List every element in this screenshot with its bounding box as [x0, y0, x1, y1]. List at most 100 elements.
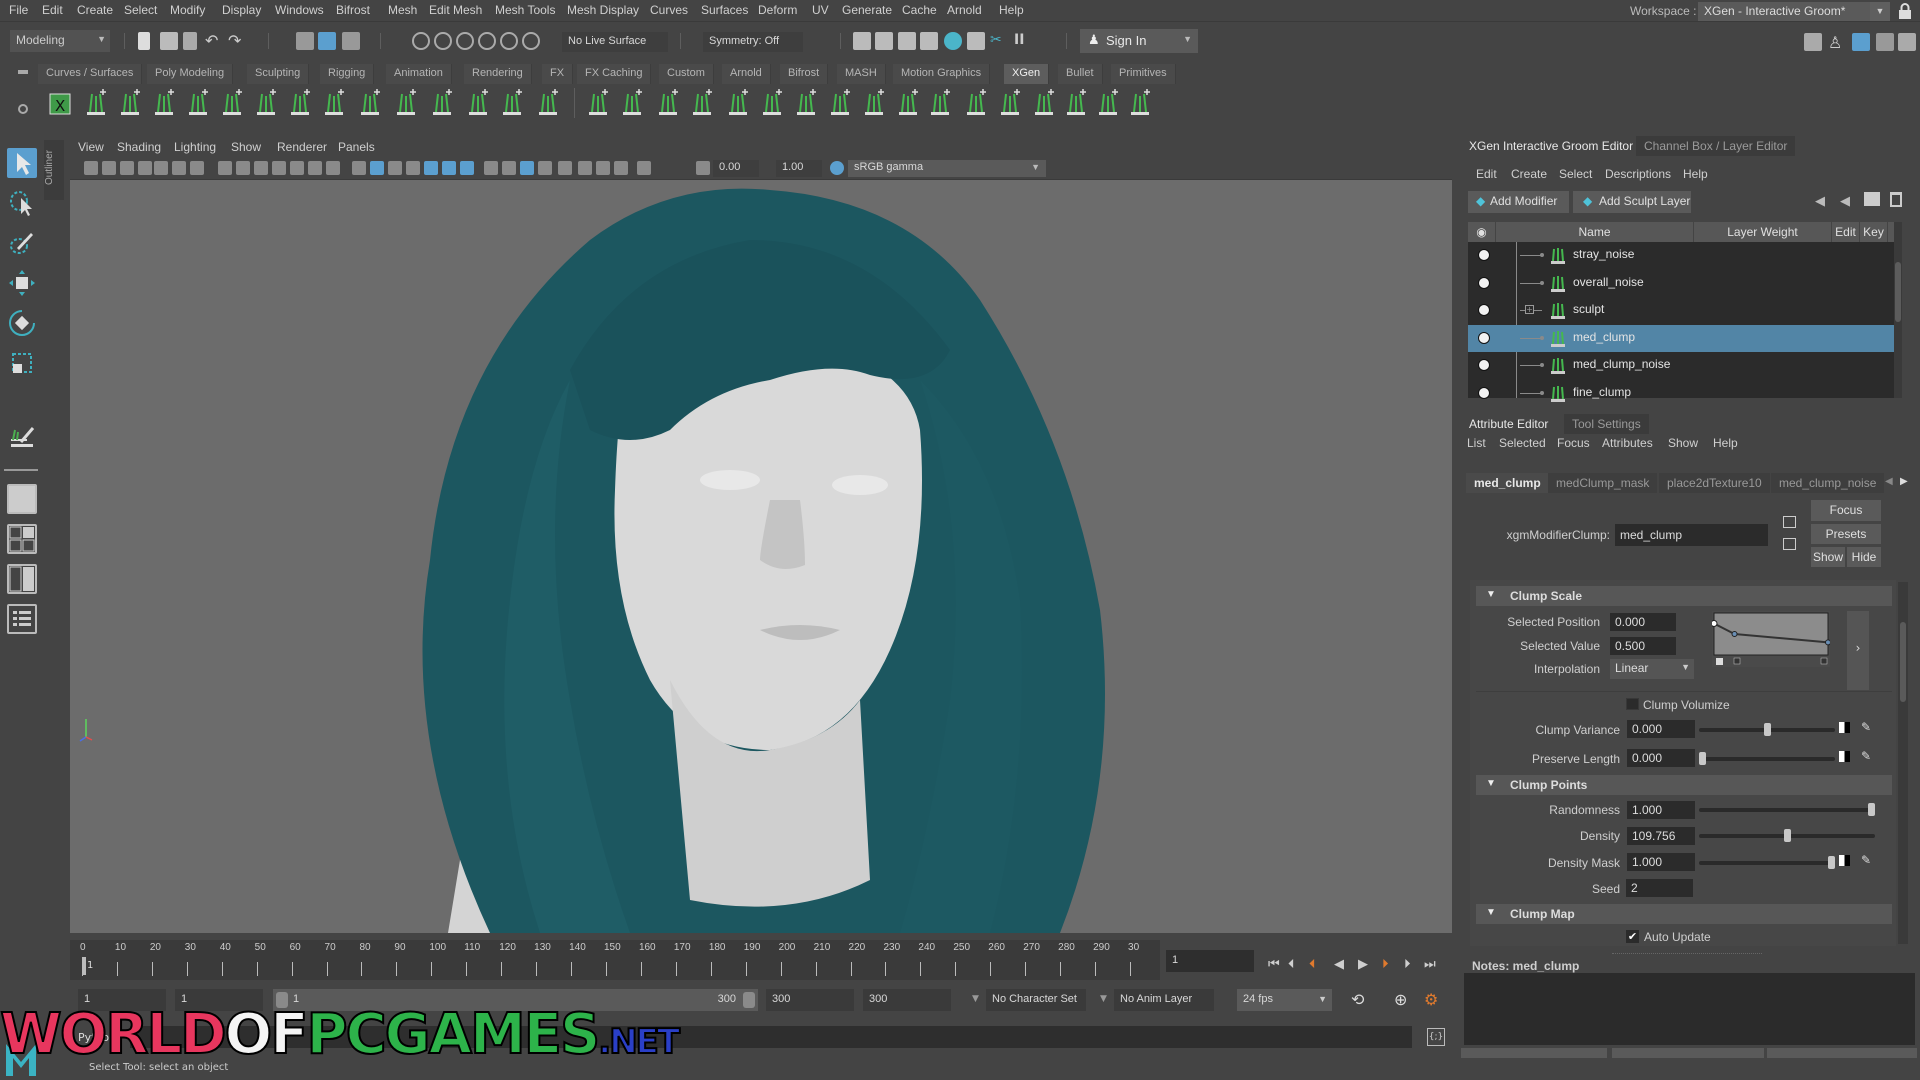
node-tab-med-clump-noise[interactable]: med_clump_noise: [1771, 473, 1885, 493]
select-camera-icon[interactable]: [84, 161, 98, 175]
scrollbar-thumb[interactable]: [1895, 262, 1901, 322]
xgen-editor-icon[interactable]: X: [46, 88, 74, 118]
playback-end-field[interactable]: 300: [766, 989, 854, 1011]
ae-menu-help[interactable]: Help: [1713, 436, 1738, 450]
auto-update-checkbox[interactable]: ✔: [1626, 930, 1639, 943]
shelf-tab-poly-modeling[interactable]: Poly Modeling: [147, 64, 234, 84]
density-mask-field[interactable]: 1.000: [1627, 853, 1695, 871]
notes-textarea[interactable]: [1464, 973, 1915, 1045]
four-view-layout-icon[interactable]: [7, 524, 37, 554]
map-texture-icon[interactable]: [1839, 751, 1850, 762]
open-scene-icon[interactable]: [160, 32, 178, 50]
layer-row[interactable]: stray_noise: [1468, 242, 1895, 269]
camera-attributes-icon[interactable]: [120, 161, 134, 175]
modeling-toolkit-icon[interactable]: [1804, 33, 1822, 51]
viewport-menu-lighting[interactable]: Lighting: [174, 140, 216, 154]
paint-map-icon[interactable]: ✎: [1861, 749, 1875, 763]
create-interactive-groom-icon[interactable]: [116, 88, 144, 118]
select-by-hierarchy-icon[interactable]: [296, 32, 314, 50]
resize-handle[interactable]: [1612, 953, 1762, 955]
section-clump-points[interactable]: ▼ Clump Points: [1476, 775, 1892, 795]
layer-table-scrollbar[interactable]: [1894, 222, 1902, 398]
exposure-icon[interactable]: [637, 161, 651, 175]
new-scene-icon[interactable]: [138, 32, 150, 50]
slider-handle[interactable]: [1828, 856, 1835, 869]
wireframe-on-shaded-icon[interactable]: [406, 161, 420, 175]
snap-to-grid-icon[interactable]: [412, 32, 430, 50]
2d-pan-zoom-icon[interactable]: [190, 161, 204, 175]
add-modifier-button[interactable]: ◆ Add Modifier: [1468, 191, 1569, 213]
step-back-key-icon[interactable]: ⏴: [1309, 957, 1316, 972]
create-description-icon[interactable]: [82, 88, 110, 118]
sculpt-brush-icon[interactable]: [1126, 88, 1154, 118]
depth-of-field-icon[interactable]: [538, 161, 552, 175]
preserve-length-field[interactable]: 0.000: [1627, 749, 1695, 767]
scale-tool-icon[interactable]: [7, 348, 37, 378]
attribute-editor-toggle-icon[interactable]: [1852, 33, 1870, 51]
tab-attribute-editor[interactable]: Attribute Editor: [1461, 414, 1557, 434]
wireframe-icon[interactable]: [352, 161, 366, 175]
menu-uv[interactable]: UV: [812, 3, 829, 17]
scroll-tabs-right-icon[interactable]: ▶: [1900, 476, 1908, 487]
fps-dropdown[interactable]: 24 fps ▼: [1237, 989, 1332, 1011]
menu-windows[interactable]: Windows: [275, 3, 324, 17]
comb-brush-icon[interactable]: [826, 88, 854, 118]
film-gate-icon[interactable]: [236, 161, 250, 175]
shelf-tab-custom[interactable]: Custom: [659, 64, 714, 84]
layer-row[interactable]: fine_clump: [1468, 380, 1895, 407]
menu-create[interactable]: Create: [77, 3, 113, 17]
outliner-layout-icon[interactable]: [7, 604, 37, 634]
snap-to-projected-center-icon[interactable]: [478, 32, 496, 50]
hide-button[interactable]: Hide: [1847, 547, 1881, 567]
image-plane-icon[interactable]: [154, 161, 168, 175]
new-folder-icon[interactable]: [1864, 192, 1880, 206]
expand-ramp-button[interactable]: ›: [1847, 611, 1869, 690]
animation-end-field[interactable]: 300: [863, 989, 951, 1011]
viewport-menu-renderer[interactable]: Renderer: [277, 140, 327, 154]
attract-brush-icon[interactable]: [1062, 88, 1090, 118]
slider-handle[interactable]: [1783, 829, 1791, 842]
shelf-tab-curves-surfaces[interactable]: Curves / Surfaces: [38, 64, 143, 84]
tab-xgen-groom-editor[interactable]: XGen Interactive Groom Editor: [1461, 136, 1642, 156]
shelf-tab-fx[interactable]: FX: [542, 64, 574, 84]
node-name-field[interactable]: med_clump: [1615, 524, 1768, 546]
freeze-brush-icon[interactable]: [1030, 88, 1058, 118]
attach-guide-icon[interactable]: [252, 88, 280, 118]
scroll-tabs-left-icon[interactable]: ◀: [1885, 476, 1893, 487]
density-brush-icon[interactable]: [654, 88, 682, 118]
menu-curves[interactable]: Curves: [650, 3, 688, 17]
slider-handle[interactable]: [1699, 752, 1706, 765]
loop-playback-icon[interactable]: ⟲: [1351, 990, 1364, 1009]
select-tool-icon[interactable]: [7, 148, 37, 178]
menu-generate[interactable]: Generate: [842, 3, 892, 17]
add-modifier-icon[interactable]: [618, 88, 646, 118]
section-clump-map[interactable]: ▼ Clump Map: [1476, 904, 1892, 924]
lock-icon[interactable]: [1898, 3, 1912, 19]
clump-scale-ramp[interactable]: [1712, 611, 1830, 667]
shelf-tab-motion-graphics[interactable]: Motion Graphics: [893, 64, 991, 84]
gamma-field[interactable]: 1.00: [776, 160, 822, 177]
interactive-groom-editor-icon[interactable]: [584, 88, 612, 118]
snap-to-point-icon[interactable]: [456, 32, 474, 50]
ramp-point[interactable]: [1731, 631, 1738, 637]
part-brush-icon[interactable]: [996, 88, 1024, 118]
step-forward-key-icon[interactable]: ⏵: [1382, 957, 1389, 972]
paint-select-tool-icon[interactable]: [7, 228, 37, 258]
scrollbar-thumb[interactable]: [1900, 622, 1906, 702]
shadows-icon[interactable]: [460, 161, 474, 175]
menu-bifrost[interactable]: Bifrost: [336, 3, 370, 17]
current-frame-field[interactable]: 1: [1166, 950, 1254, 972]
randomness-slider[interactable]: [1699, 803, 1875, 816]
motion-blur-icon[interactable]: [502, 161, 516, 175]
normalize-guides-icon[interactable]: [464, 88, 492, 118]
layer-row[interactable]: med_clump_noise: [1468, 352, 1895, 379]
cut-guides-icon[interactable]: [498, 88, 526, 118]
tool-settings-toggle-icon[interactable]: [1876, 33, 1894, 51]
select-by-object-icon[interactable]: [318, 32, 336, 50]
place-brush-icon[interactable]: [688, 88, 716, 118]
shelf-tab-rendering[interactable]: Rendering: [464, 64, 532, 84]
redo-icon[interactable]: ↷: [228, 32, 246, 50]
render-settings-icon[interactable]: [920, 32, 938, 50]
ae-menu-list[interactable]: List: [1467, 436, 1486, 450]
symmetry-dropdown[interactable]: Symmetry: Off: [703, 32, 803, 52]
